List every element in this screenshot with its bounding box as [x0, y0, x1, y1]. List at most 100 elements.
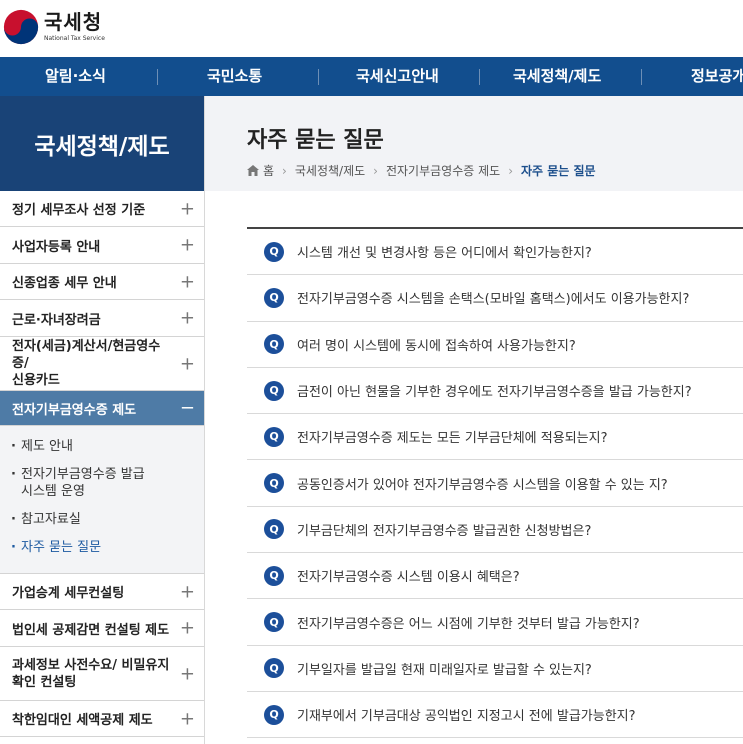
sidebar: 국세정책/제도 정기 세무조사 선정 기준 + 사업자등록 안내 + 신종업종 …: [0, 96, 205, 744]
sidebar-menu: 정기 세무조사 선정 기준 + 사업자등록 안내 + 신종업종 세무 안내 + …: [0, 191, 204, 426]
logo-name-english: National Tax Service: [44, 35, 105, 42]
sidebar-item-label: 착한임대인 세액공제 제도: [12, 713, 153, 728]
sidebar-item-label: 근로·자녀장려금: [12, 312, 101, 328]
sidebar-item-incentives[interactable]: 근로·자녀장려금 +: [0, 300, 204, 337]
question-badge-icon: Q: [264, 565, 284, 586]
faq-item[interactable]: Q 전자기부금영수증은 어느 시점에 기부한 것부터 발급 가능한지?: [247, 599, 743, 646]
question-badge-icon: Q: [264, 287, 284, 308]
sidebar-item-e-invoice[interactable]: 전자(세금)계산서/현금영수증/ 신용카드 +: [0, 337, 204, 391]
chevron-right-icon: ›: [373, 163, 378, 178]
sidebar-item-label: 과세정보 사전수요/ 비밀유지 확인 컨설팅: [12, 657, 170, 690]
faq-question[interactable]: 기재부에서 기부금대상 공익법인 지정고시 전에 발급가능한지?: [297, 705, 636, 724]
breadcrumb: 홈 › 국세정책/제도 › 전자기부금영수증 제도 › 자주 묻는 질문: [247, 162, 743, 179]
plus-icon[interactable]: +: [180, 308, 195, 329]
faq-item[interactable]: Q 기재부에서 기부금대상 공익법인 지정고시 전에 발급가능한지?: [247, 692, 743, 739]
sidebar-subitem-system-operation[interactable]: 전자기부금영수증 발급 시스템 운영: [0, 460, 204, 505]
faq-question[interactable]: 전자기부금영수증 제도는 모든 기부금단체에 적용되는지?: [297, 427, 607, 446]
chevron-right-icon: ›: [508, 163, 513, 178]
question-badge-icon: Q: [264, 612, 284, 633]
faq-question[interactable]: 전자기부금영수증 시스템을 손택스(모바일 홈택스)에서도 이용가능한지?: [297, 288, 689, 307]
gnb-item-communication[interactable]: 국민소통: [207, 57, 262, 96]
faq-item[interactable]: Q 공동인증서가 있어야 전자기부금영수증 시스템을 이용할 수 있는 지?: [247, 460, 743, 507]
question-badge-icon: Q: [264, 241, 284, 262]
sidebar-item-confidentiality-consulting[interactable]: 과세정보 사전수요/ 비밀유지 확인 컨설팅 +: [0, 647, 204, 701]
breadcrumb-e-donation[interactable]: 전자기부금영수증 제도: [386, 162, 500, 179]
main-content: 자주 묻는 질문 홈 › 국세정책/제도 › 전자기부금영수증 제도 › 자주 …: [205, 96, 743, 744]
gnb-item-info-disclosure[interactable]: 정보공개: [691, 57, 743, 96]
question-badge-icon: Q: [264, 473, 284, 494]
faq-item[interactable]: Q 전자기부금영수증 시스템을 손택스(모바일 홈택스)에서도 이용가능한지?: [247, 275, 743, 322]
plus-icon[interactable]: +: [180, 618, 195, 639]
sidebar-item-business-registration[interactable]: 사업자등록 안내 +: [0, 227, 204, 264]
question-badge-icon: Q: [264, 658, 284, 679]
question-badge-icon: Q: [264, 426, 284, 447]
sidebar-subitem-faq[interactable]: 자주 묻는 질문: [0, 533, 204, 561]
home-icon: [247, 165, 259, 176]
plus-icon[interactable]: +: [180, 198, 195, 219]
faq-question[interactable]: 여러 명이 시스템에 동시에 접속하여 사용가능한지?: [297, 335, 576, 354]
plus-icon[interactable]: +: [180, 355, 195, 373]
question-badge-icon: Q: [264, 334, 284, 355]
faq-item[interactable]: Q 시스템 개선 및 변경사항 등은 어디에서 확인가능한지?: [247, 229, 743, 276]
faq-item[interactable]: Q 금전이 아닌 현물을 기부한 경우에도 전자기부금영수증을 발급 가능한지?: [247, 368, 743, 415]
minus-icon[interactable]: −: [180, 398, 195, 419]
chevron-right-icon: ›: [282, 163, 287, 178]
plus-icon[interactable]: +: [180, 665, 195, 683]
sidebar-item-label: 정기 세무조사 선정 기준: [12, 203, 146, 218]
page-title: 자주 묻는 질문: [247, 128, 384, 153]
sidebar-item-label: 신종업종 세무 안내: [12, 276, 117, 291]
taegeuk-logo-icon: [3, 9, 39, 45]
page-header: 자주 묻는 질문 홈 › 국세정책/제도 › 전자기부금영수증 제도 › 자주 …: [205, 96, 743, 191]
breadcrumb-home[interactable]: 홈: [263, 162, 274, 179]
sidebar-item-new-business[interactable]: 신종업종 세무 안내 +: [0, 264, 204, 300]
sidebar-menu-lower: 가업승계 세무컨설팅 + 법인세 공제감면 컨설팅 제도 + 과세정보 사전수요…: [0, 574, 204, 737]
faq-question[interactable]: 전자기부금영수증은 어느 시점에 기부한 것부터 발급 가능한지?: [297, 613, 640, 632]
faq-item[interactable]: Q 여러 명이 시스템에 동시에 접속하여 사용가능한지?: [247, 322, 743, 368]
sidebar-item-label: 법인세 공제감면 컨설팅 제도: [12, 622, 170, 638]
sidebar-item-succession-consulting[interactable]: 가업승계 세무컨설팅 +: [0, 574, 204, 610]
faq-question[interactable]: 공동인증서가 있어야 전자기부금영수증 시스템을 이용할 수 있는 지?: [297, 474, 668, 493]
question-badge-icon: Q: [264, 704, 284, 725]
faq-list: Q 시스템 개선 및 변경사항 등은 어디에서 확인가능한지? Q 전자기부금영수증…: [247, 227, 743, 739]
gnb-item-tax-policy[interactable]: 국세정책/제도: [513, 57, 601, 96]
sidebar-subitem-overview[interactable]: 제도 안내: [0, 432, 204, 460]
faq-item[interactable]: Q 기부금단체의 전자기부금영수증 발급권한 신청방법은?: [247, 507, 743, 554]
header: 국세청 National Tax Service: [0, 0, 743, 57]
sidebar-item-corporate-tax-consulting[interactable]: 법인세 공제감면 컨설팅 제도 +: [0, 610, 204, 647]
faq-question[interactable]: 시스템 개선 및 변경사항 등은 어디에서 확인가능한지?: [297, 242, 592, 261]
plus-icon[interactable]: +: [180, 271, 195, 292]
question-badge-icon: Q: [264, 519, 284, 540]
faq-item[interactable]: Q 기부일자를 발급일 현재 미래일자로 발급할 수 있는지?: [247, 646, 743, 692]
sidebar-item-label: 사업자등록 안내: [12, 239, 101, 255]
faq-question[interactable]: 기부금단체의 전자기부금영수증 발급권한 신청방법은?: [297, 520, 591, 539]
gnb-divider: [157, 69, 158, 85]
breadcrumb-tax-policy[interactable]: 국세정책/제도: [295, 162, 365, 179]
sidebar-title: 국세정책/제도: [0, 96, 204, 191]
sidebar-item-audit-criteria[interactable]: 정기 세무조사 선정 기준 +: [0, 191, 204, 227]
gnb-item-tax-filing[interactable]: 국세신고안내: [356, 57, 439, 96]
sidebar-subitem-references[interactable]: 참고자료실: [0, 505, 204, 533]
gnb-divider: [318, 69, 319, 85]
sidebar-submenu: 제도 안내 전자기부금영수증 발급 시스템 운영 참고자료실 자주 묻는 질문: [0, 426, 204, 574]
sidebar-item-good-landlord[interactable]: 착한임대인 세액공제 제도 +: [0, 701, 204, 737]
faq-question[interactable]: 금전이 아닌 현물을 기부한 경우에도 전자기부금영수증을 발급 가능한지?: [297, 381, 692, 400]
plus-icon[interactable]: +: [180, 708, 195, 729]
gnb-item-news[interactable]: 알림·소식: [45, 57, 106, 96]
global-nav: 알림·소식 국민소통 국세신고안내 국세정책/제도 정보공개: [0, 57, 743, 96]
breadcrumb-current: 자주 묻는 질문: [521, 164, 596, 178]
gnb-divider: [641, 69, 642, 85]
sidebar-item-label: 전자기부금영수증 제도: [12, 402, 137, 418]
faq-question[interactable]: 전자기부금영수증 시스템 이용시 혜택은?: [297, 566, 520, 585]
logo-name-korean: 국세청: [44, 10, 103, 34]
sidebar-item-e-donation-receipt[interactable]: 전자기부금영수증 제도 −: [0, 391, 204, 426]
sidebar-item-label: 가업승계 세무컨설팅: [12, 586, 125, 601]
faq-question[interactable]: 기부일자를 발급일 현재 미래일자로 발급할 수 있는지?: [297, 659, 592, 678]
gnb-divider: [479, 69, 480, 85]
plus-icon[interactable]: +: [180, 235, 195, 256]
question-badge-icon: Q: [264, 380, 284, 401]
sidebar-item-label: 전자(세금)계산서/현금영수증/ 신용카드: [12, 339, 161, 388]
nts-logo[interactable]: 국세청 National Tax Service: [2, 8, 105, 46]
plus-icon[interactable]: +: [180, 581, 195, 602]
faq-item[interactable]: Q 전자기부금영수증 제도는 모든 기부금단체에 적용되는지?: [247, 414, 743, 461]
faq-item[interactable]: Q 전자기부금영수증 시스템 이용시 혜택은?: [247, 553, 743, 600]
